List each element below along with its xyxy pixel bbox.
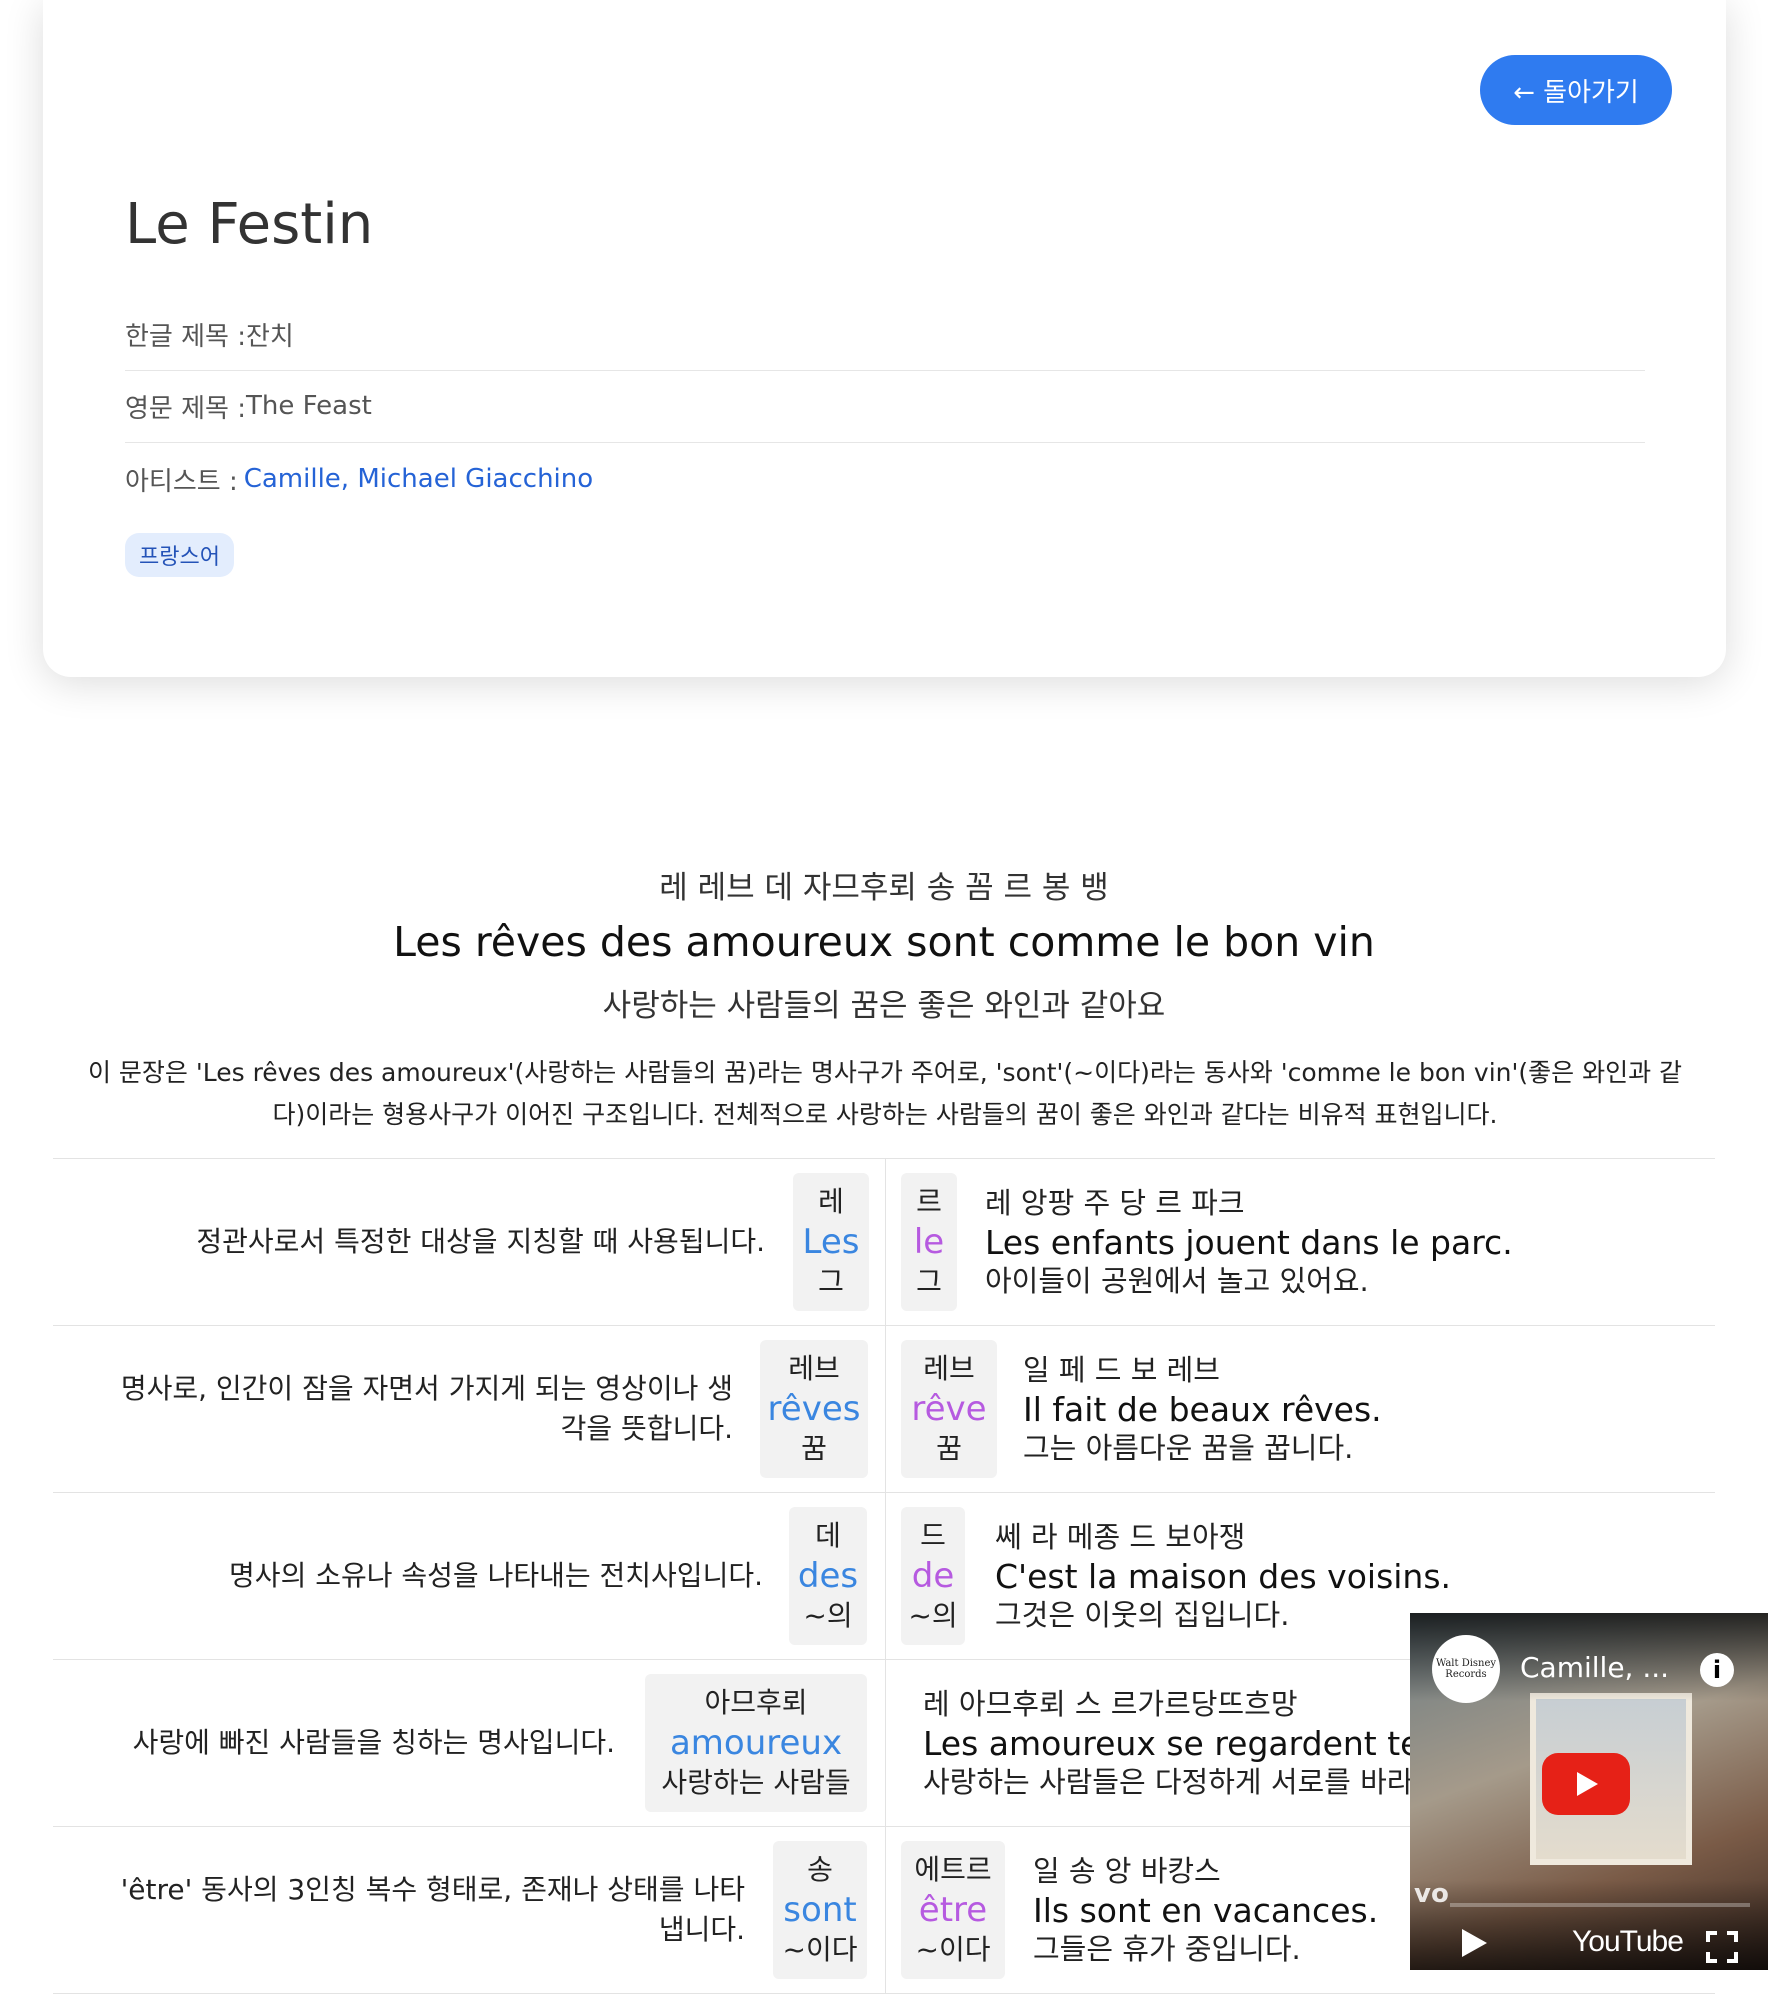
info-icon[interactable]: i (1700, 1653, 1734, 1687)
word-pronunciation: 송 (807, 1853, 833, 1886)
sentence-explanation: 이 문장은 'Les rêves des amoureux'(사랑하는 사람들의… (87, 1058, 1683, 1129)
word-pronunciation: 데 (815, 1519, 841, 1552)
column-divider (885, 1326, 886, 1492)
word-text: Les (802, 1222, 860, 1262)
lemma-meaning: 꿈 (936, 1432, 962, 1465)
lemma-meaning: ~이다 (915, 1933, 991, 1966)
sentence-original: Les rêves des amoureux sont comme le bon… (393, 918, 1375, 966)
korean-title-value: 잔치 (245, 321, 294, 352)
artist-link[interactable]: Camille, Michael Giacchino (244, 464, 593, 494)
vevo-watermark: vo (1414, 1879, 1449, 1909)
example-translation: 사랑하는 사람들은 다정하게 서로를 바라 (923, 1764, 1410, 1799)
example-original: Les enfants jouent dans le parc. (985, 1222, 1513, 1262)
english-title-label: 영문 제목 : (125, 393, 246, 424)
example-pronunciation: 레 아므후뢰 스 르가르당뜨흐망 (923, 1686, 1298, 1721)
word-pronunciation: 레 (818, 1185, 844, 1218)
language-tag: 프랑스어 (125, 533, 234, 577)
example-translation: 그것은 이웃의 집입니다. (995, 1597, 1290, 1632)
lemma-pronunciation: 에트르 (914, 1853, 992, 1886)
example-translation: 아이들이 공원에서 놀고 있어요. (985, 1263, 1369, 1298)
channel-logo[interactable]: Walt Disney Records (1432, 1635, 1500, 1703)
word-description: 명사로, 인간이 잠을 자면서 가지게 되는 영상이나 생각을 뜻합니다. (120, 1372, 733, 1445)
lemma-pronunciation: 르 (916, 1185, 942, 1218)
play-button-icon[interactable] (1542, 1753, 1630, 1815)
example-sentence: 일 송 앙 바캉스 Ils sont en vacances. 그들은 휴가 중… (1033, 1827, 1378, 1993)
example-original: C'est la maison des voisins. (995, 1556, 1452, 1596)
youtube-logo[interactable]: YouTube (1572, 1925, 1684, 1959)
column-divider (885, 1827, 886, 1993)
lemma-text: rêve (911, 1389, 987, 1429)
word-meaning: ~이다 (782, 1933, 858, 1966)
word-pronunciation: 아므후뢰 (704, 1686, 808, 1719)
word-text: rêves (767, 1389, 861, 1429)
example-translation: 그는 아름다운 꿈을 꿉니다. (1023, 1430, 1354, 1465)
column-divider (885, 1660, 886, 1826)
word-text: amoureux (669, 1723, 843, 1763)
example-pronunciation: 쎄 라 메종 드 보아쟁 (995, 1519, 1246, 1554)
example-pronunciation: 일 송 앙 바캉스 (1033, 1853, 1221, 1888)
lemma-chip[interactable]: 레브 rêve 꿈 (901, 1340, 997, 1478)
word-chip[interactable]: 송 sont ~이다 (773, 1841, 867, 1979)
example-original: Ils sont en vacances. (1033, 1890, 1379, 1930)
example-translation: 그들은 휴가 중입니다. (1033, 1931, 1301, 1966)
english-title-value: The Feast (245, 391, 372, 421)
lemma-meaning: ~의 (908, 1599, 958, 1632)
video-title[interactable]: Camille, ... (1520, 1651, 1669, 1684)
word-description: 정관사로서 특정한 대상을 지칭할 때 사용됩니다. (196, 1225, 765, 1258)
example-sentence: 쎄 라 메종 드 보아쟁 C'est la maison des voisins… (995, 1493, 1451, 1659)
korean-title-label: 한글 제목 : (125, 321, 246, 352)
example-pronunciation: 일 페 드 보 레브 (1023, 1352, 1220, 1387)
word-meaning: ~의 (803, 1599, 853, 1632)
word-description: 사랑에 빠진 사람들을 칭하는 명사입니다. (132, 1726, 615, 1759)
korean-title-row: 한글 제목 : 잔치 (125, 298, 1645, 371)
lemma-chip[interactable]: 에트르 être ~이다 (901, 1841, 1005, 1979)
word-description: 'être' 동사의 3인칭 복수 형태로, 존재나 상태를 나타냅니다. (120, 1873, 745, 1946)
lemma-pronunciation: 레브 (923, 1352, 975, 1385)
lemma-meaning: 그 (916, 1265, 942, 1298)
sentence-pronunciation: 레 레브 데 자므후뢰 송 꼼 르 봉 뱅 (659, 870, 1109, 906)
example-original: Les amoureux se regardent tend (923, 1723, 1410, 1763)
lemma-pronunciation: 드 (920, 1519, 946, 1552)
word-chip[interactable]: 레브 rêves 꿈 (760, 1340, 868, 1478)
word-text: des (797, 1556, 859, 1596)
word-meaning: 사랑하는 사람들 (661, 1766, 851, 1799)
example-sentence: 레 앙팡 주 당 르 파크 Les enfants jouent dans le… (985, 1159, 1513, 1325)
lemma-chip[interactable]: 드 de ~의 (901, 1507, 965, 1645)
artist-row: 아티스트 : Camille, Michael Giacchino (125, 443, 1645, 515)
word-text: sont (783, 1890, 857, 1930)
english-title-row: 영문 제목 : The Feast (125, 370, 1645, 443)
song-info-card: ← 돌아가기 Le Festin 한글 제목 : 잔치 영문 제목 : The … (43, 0, 1726, 677)
example-sentence: 일 페 드 보 레브 Il fait de beaux rêves. 그는 아름… (1023, 1326, 1382, 1492)
word-meaning: 그 (818, 1265, 844, 1298)
word-chip[interactable]: 데 des ~의 (789, 1507, 867, 1645)
word-meaning: 꿈 (801, 1432, 827, 1465)
video-progress-bar[interactable] (1450, 1903, 1750, 1907)
youtube-player[interactable]: Walt Disney Records Camille, ... i vo Yo… (1410, 1613, 1768, 1970)
song-title: Le Festin (125, 192, 374, 257)
lemma-chip[interactable]: 르 le 그 (901, 1173, 957, 1311)
word-description: 명사의 소유나 속성을 나타내는 전치사입니다. (229, 1559, 763, 1592)
word-pronunciation: 레브 (788, 1352, 840, 1385)
word-row: 명사로, 인간이 잠을 자면서 가지게 되는 영상이나 생각을 뜻합니다. 레브… (53, 1326, 1715, 1493)
artist-label: 아티스트 : (125, 466, 238, 497)
fullscreen-icon[interactable] (1706, 1931, 1738, 1967)
back-button[interactable]: ← 돌아가기 (1480, 55, 1672, 125)
lemma-text: être (918, 1890, 988, 1930)
word-chip[interactable]: 아므후뢰 amoureux 사랑하는 사람들 (645, 1674, 867, 1812)
lemma-text: le (913, 1222, 945, 1262)
word-row: 정관사로서 특정한 대상을 지칭할 때 사용됩니다. 레 Les 그 르 le … (53, 1159, 1715, 1326)
example-sentence: 레 아므후뢰 스 르가르당뜨흐망 Les amoureux se regarde… (923, 1660, 1410, 1826)
example-original: Il fait de beaux rêves. (1023, 1389, 1382, 1429)
lemma-text: de (911, 1556, 955, 1596)
sentence-translation: 사랑하는 사람들의 꿈은 좋은 와인과 같아요 (602, 988, 1166, 1024)
example-pronunciation: 레 앙팡 주 당 르 파크 (985, 1185, 1245, 1220)
column-divider (885, 1159, 886, 1325)
word-chip[interactable]: 레 Les 그 (793, 1173, 869, 1311)
column-divider (885, 1493, 886, 1659)
small-play-icon[interactable] (1460, 1928, 1488, 1962)
